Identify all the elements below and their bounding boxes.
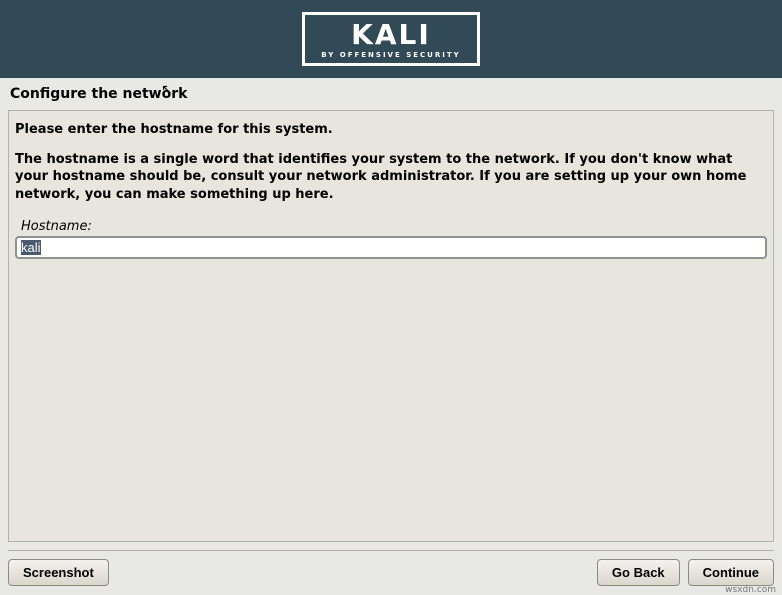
continue-button[interactable]: Continue xyxy=(688,559,774,586)
header-banner: KALI BY OFFENSIVE SECURITY xyxy=(0,0,782,78)
button-bar: Screenshot Go Back Continue xyxy=(0,551,782,594)
logo-tagline: BY OFFENSIVE SECURITY xyxy=(321,51,460,59)
kali-logo: KALI BY OFFENSIVE SECURITY xyxy=(302,12,479,66)
instruction-text: Please enter the hostname for this syste… xyxy=(15,121,767,203)
page-title: Configure the network xyxy=(0,78,782,110)
screenshot-button[interactable]: Screenshot xyxy=(8,559,109,586)
instruction-line1: Please enter the hostname for this syste… xyxy=(15,122,333,137)
instruction-line2: The hostname is a single word that ident… xyxy=(15,151,767,204)
content-panel: Please enter the hostname for this syste… xyxy=(8,110,774,542)
hostname-input[interactable] xyxy=(15,236,767,259)
hostname-label: Hostname: xyxy=(21,219,767,234)
logo-brand: KALI xyxy=(321,21,460,49)
go-back-button[interactable]: Go Back xyxy=(597,559,680,586)
